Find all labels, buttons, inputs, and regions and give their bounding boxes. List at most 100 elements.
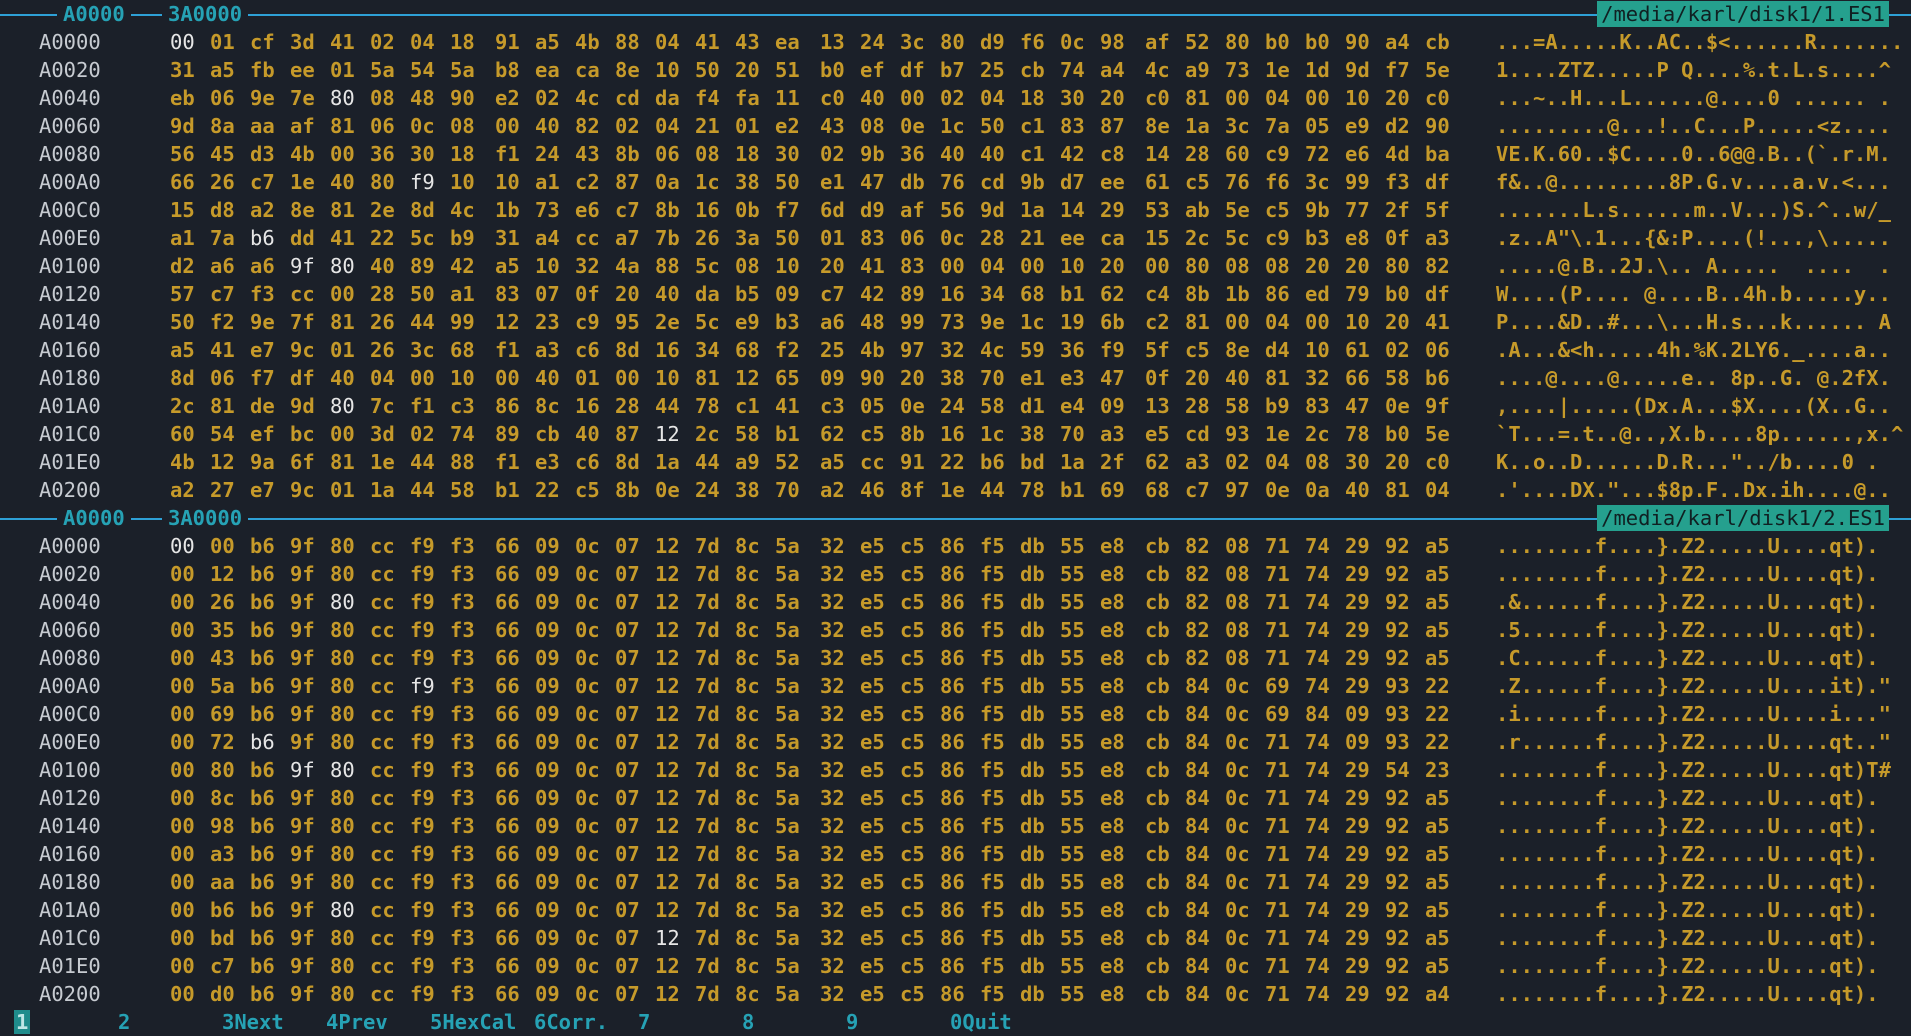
hex-byte[interactable]: f3	[450, 840, 480, 868]
hex-byte[interactable]: 42	[450, 252, 480, 280]
hex-byte[interactable]: e3	[1060, 364, 1090, 392]
hex-byte[interactable]: 09	[535, 532, 565, 560]
hex-byte[interactable]: 24	[940, 392, 970, 420]
hex-byte[interactable]: 41	[860, 252, 890, 280]
hex-byte[interactable]: 28	[615, 392, 645, 420]
hex-byte[interactable]: 71	[1265, 868, 1295, 896]
hex-byte[interactable]: 68	[735, 336, 765, 364]
hex-byte[interactable]: 0c	[575, 868, 605, 896]
hex-byte[interactable]: a5	[1425, 868, 1455, 896]
hex-byte[interactable]: 15	[1145, 224, 1175, 252]
hex-byte[interactable]: cc	[370, 840, 400, 868]
hex-byte[interactable]: b9	[450, 224, 480, 252]
hex-byte[interactable]: f5	[980, 784, 1010, 812]
hex-byte[interactable]: 5a	[775, 812, 805, 840]
hex-byte[interactable]: 98	[210, 812, 240, 840]
hex-byte[interactable]: f5	[980, 672, 1010, 700]
hex-byte[interactable]: 8b	[655, 196, 685, 224]
hex-byte[interactable]: 50	[775, 168, 805, 196]
hex-byte[interactable]: f5	[980, 756, 1010, 784]
hex-byte[interactable]: 9c	[290, 336, 320, 364]
hex-byte[interactable]: 00	[330, 420, 360, 448]
hex-byte[interactable]: 1b	[495, 196, 525, 224]
hex-byte[interactable]: 7d	[695, 532, 725, 560]
hex-byte[interactable]: 20	[1100, 252, 1130, 280]
hex-byte[interactable]: 7d	[695, 616, 725, 644]
hex-byte[interactable]: f9	[410, 168, 440, 196]
hex-byte[interactable]: a5	[535, 28, 565, 56]
hex-byte[interactable]: 22	[1425, 700, 1455, 728]
hex-byte[interactable]: 41	[330, 28, 360, 56]
hex-byte[interactable]: 6b	[1100, 308, 1130, 336]
hex-byte[interactable]: 09	[535, 644, 565, 672]
hex-byte[interactable]: 10	[535, 252, 565, 280]
hex-byte[interactable]: 86	[940, 952, 970, 980]
hex-byte[interactable]: 7d	[695, 896, 725, 924]
hex-byte[interactable]: 89	[410, 252, 440, 280]
hex-byte[interactable]: 8c	[735, 616, 765, 644]
fkey-1[interactable]: 1	[14, 1008, 31, 1036]
hex-byte[interactable]: 55	[1060, 728, 1090, 756]
hex-byte[interactable]: 29	[1345, 532, 1375, 560]
hex-byte[interactable]: 04	[980, 84, 1010, 112]
hex-byte[interactable]: 99	[900, 308, 930, 336]
hex-byte[interactable]: e7	[250, 336, 280, 364]
hex-byte[interactable]: 07	[615, 840, 645, 868]
hex-byte[interactable]: 29	[1345, 616, 1375, 644]
hex-byte[interactable]: 8e	[290, 196, 320, 224]
hex-byte[interactable]: 00	[1225, 308, 1255, 336]
hex-byte[interactable]: 92	[1385, 532, 1415, 560]
hex-byte[interactable]: 29	[1345, 980, 1375, 1008]
hex-byte[interactable]: 00	[170, 784, 200, 812]
hex-byte[interactable]: f9	[410, 728, 440, 756]
hex-byte[interactable]: 0c	[1225, 784, 1255, 812]
hex-byte[interactable]: 22	[535, 476, 565, 504]
hex-byte[interactable]: 97	[1225, 476, 1255, 504]
hex-byte[interactable]: 8f	[900, 476, 930, 504]
hex-byte[interactable]: 40	[535, 112, 565, 140]
hex-byte[interactable]: dd	[290, 224, 320, 252]
hex-byte[interactable]: f9	[410, 896, 440, 924]
hex-byte[interactable]: c5	[575, 476, 605, 504]
hex-byte[interactable]: 8a	[210, 112, 240, 140]
hex-byte[interactable]: 16	[655, 336, 685, 364]
hex-byte[interactable]: 00	[170, 980, 200, 1008]
hex-byte[interactable]: 66	[1345, 364, 1375, 392]
hex-byte[interactable]: 74	[1305, 840, 1335, 868]
hex-byte[interactable]: 9f	[290, 700, 320, 728]
hex-byte[interactable]: 09	[1345, 728, 1375, 756]
fkey-2[interactable]: 2	[118, 1008, 130, 1036]
hex-byte[interactable]: 02	[820, 140, 850, 168]
hex-byte[interactable]: e5	[860, 728, 890, 756]
hex-byte[interactable]: 8b	[900, 420, 930, 448]
hex-byte[interactable]: 10	[450, 168, 480, 196]
hex-byte[interactable]: 36	[1060, 336, 1090, 364]
hex-byte[interactable]: 7d	[695, 868, 725, 896]
hex-byte[interactable]: f3	[450, 700, 480, 728]
hex-byte[interactable]: d3	[250, 140, 280, 168]
hex-byte[interactable]: 1c	[1020, 308, 1050, 336]
hex-byte[interactable]: 0c	[1225, 896, 1255, 924]
hex-byte[interactable]: ef	[250, 420, 280, 448]
hex-byte[interactable]: 09	[535, 672, 565, 700]
hex-byte[interactable]: 87	[615, 420, 645, 448]
hex-byte[interactable]: f3	[450, 980, 480, 1008]
hex-byte[interactable]: 26	[695, 224, 725, 252]
hex-byte[interactable]: 74	[1305, 980, 1335, 1008]
hex-byte[interactable]: 0c	[1225, 868, 1255, 896]
hex-byte[interactable]: cc	[370, 728, 400, 756]
hex-byte[interactable]: 5f	[1145, 336, 1175, 364]
hex-byte[interactable]: b0	[1385, 420, 1415, 448]
hex-byte[interactable]: db	[1020, 560, 1050, 588]
hex-byte[interactable]: d2	[170, 252, 200, 280]
hex-byte[interactable]: 01	[330, 56, 360, 84]
hex-byte[interactable]: f9	[410, 644, 440, 672]
hex-byte[interactable]: 0a	[1305, 476, 1335, 504]
hex-byte[interactable]: 1e	[370, 448, 400, 476]
hex-byte[interactable]: 0c	[1225, 980, 1255, 1008]
hex-byte[interactable]: 22	[370, 224, 400, 252]
hex-byte[interactable]: 00	[1145, 252, 1175, 280]
hex-byte[interactable]: 29	[1345, 784, 1375, 812]
hex-byte[interactable]: 04	[1265, 308, 1295, 336]
hex-byte[interactable]: c5	[900, 588, 930, 616]
